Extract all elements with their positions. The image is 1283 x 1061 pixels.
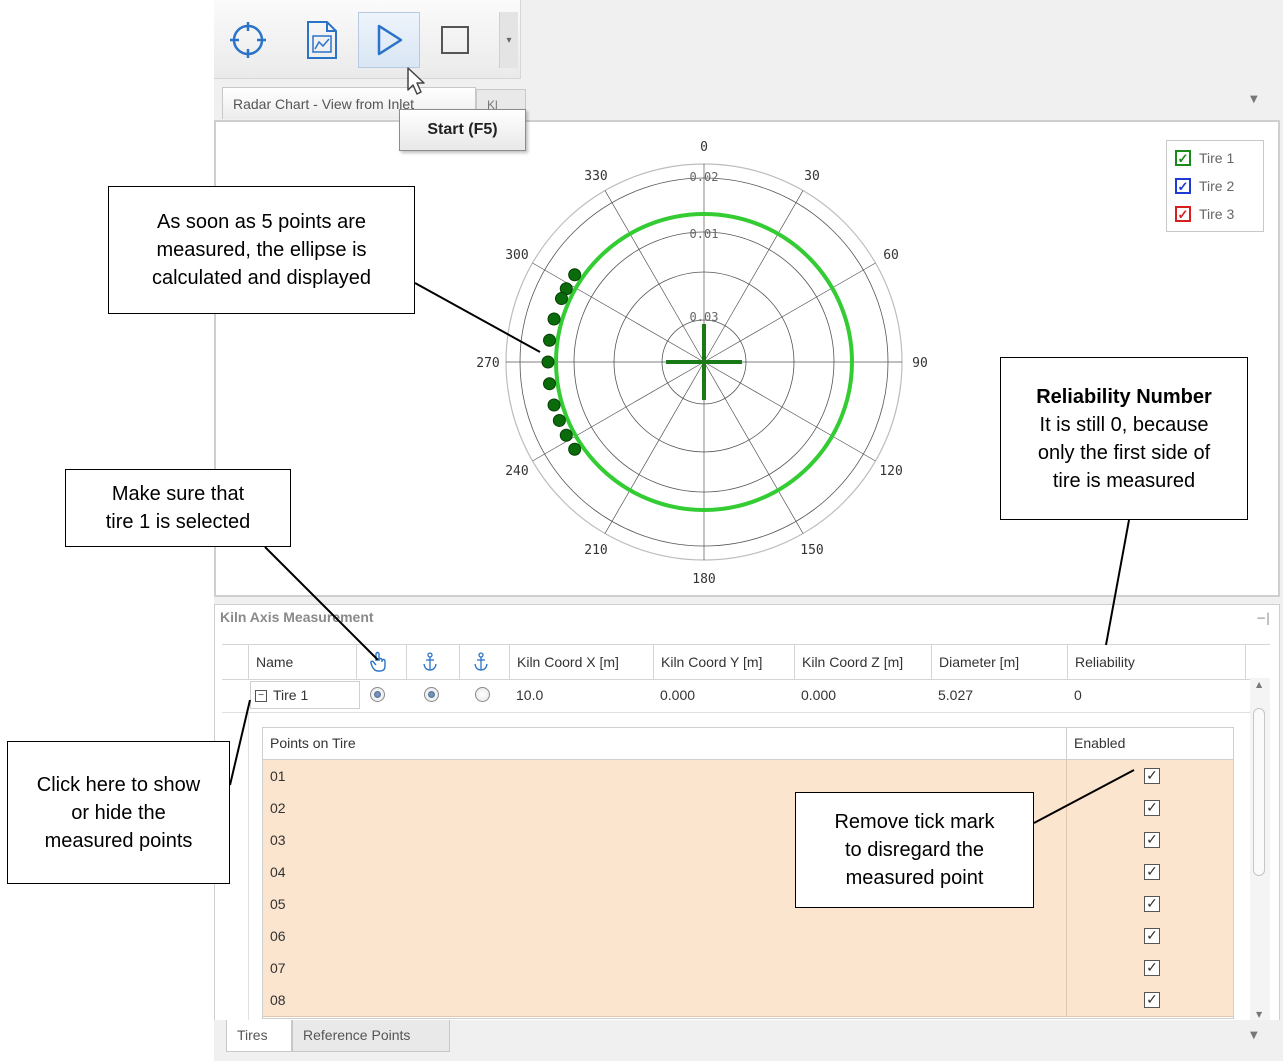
callout-line: to disregard the [845,839,984,861]
callout-line: Click here to show [36,773,201,796]
callout-ellipse: As soon as 5 points are measured, the el… [108,186,415,314]
callout-line: measured point [845,867,984,889]
callout-title: Reliability Number [1036,385,1212,408]
callout-line: Make sure that [111,483,245,505]
callout-reliability: Reliability Number It is still 0, becaus… [1000,357,1248,520]
callout-line: tire is measured [1052,469,1196,492]
callout-line: It is still 0, because [1039,413,1209,436]
callout-line: tire 1 is selected [105,511,251,533]
callout-tick-mark: Remove tick mark to disregard the measur… [795,792,1034,908]
callout-line: measured, the ellipse is [156,239,367,261]
callout-line: measured points [44,829,193,852]
callout-line: As soon as 5 points are [156,211,366,233]
callout-tire-selected: Make sure that tire 1 is selected [65,469,291,547]
callout-line: calculated and displayed [151,267,372,289]
callout-show-hide: Click here to show or hide the measured … [7,741,230,884]
callout-line: or hide the [71,801,166,824]
callout-line: Remove tick mark [834,811,995,833]
callout-line: only the first side of [1037,441,1211,464]
